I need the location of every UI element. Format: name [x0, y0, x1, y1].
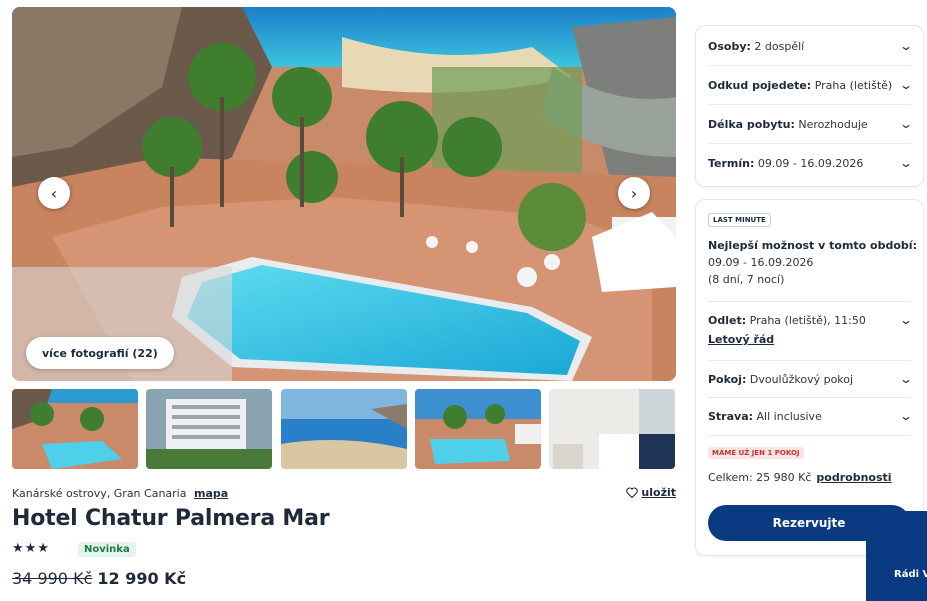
thumbnail-strip	[12, 389, 676, 469]
chat-label: Rádi V	[894, 569, 927, 580]
thumbnail-3[interactable]	[281, 389, 407, 469]
thumbnail-building-image	[146, 389, 272, 469]
date-value: 09.09 - 16.09.2026	[757, 156, 864, 170]
chevron-down-icon: ⌄	[898, 409, 914, 423]
flight-select[interactable]: Odlet: Praha (letiště), 11:50 ⌄	[708, 310, 914, 330]
last-minute-tag: LAST MINUTE	[708, 213, 771, 227]
location-text: Kanárské ostrovy, Gran Canaria	[12, 487, 187, 500]
total-label: Celkem: 25 980 Kč	[708, 471, 812, 484]
hotel-name: Hotel Chatur Palmera Mar	[12, 506, 330, 531]
chat-widget[interactable]: Rádi V	[866, 511, 927, 601]
chevron-right-icon: ›	[630, 183, 638, 203]
thumbnail-5[interactable]	[549, 389, 675, 469]
hotel-location: Kanárské ostrovy, Gran Canaria mapa	[12, 487, 228, 500]
length-label: Délka pobytu:	[708, 117, 795, 131]
best-option-dates: 09.09 - 16.09.2026	[708, 256, 814, 269]
thumbnail-pool-image	[12, 389, 138, 469]
divider	[708, 143, 911, 144]
board-label: Strava:	[708, 409, 754, 423]
more-photos-label: více fotografií (22)	[42, 346, 158, 360]
flight-value: Praha (letiště), 11:50	[749, 313, 866, 327]
thumbnail-beach-image	[281, 389, 407, 469]
best-option-duration: (8 dní, 7 nocí)	[708, 273, 785, 286]
divider	[708, 104, 911, 105]
divider	[708, 65, 911, 66]
divider	[708, 301, 911, 302]
room-label: Pokoj:	[708, 372, 747, 386]
board-select[interactable]: Strava: All inclusive ⌄	[708, 406, 914, 426]
flight-schedule-link[interactable]: Letový řád	[708, 333, 774, 346]
total-price: Celkem: 25 980 Kč podrobnosti	[708, 471, 892, 484]
stay-length-select[interactable]: Délka pobytu: Nerozhoduje ⌄	[708, 114, 914, 134]
date-label: Termín:	[708, 156, 755, 170]
departure-label: Odkud pojedete:	[708, 78, 812, 92]
chevron-left-icon: ‹	[50, 183, 58, 203]
hotel-pool-photo	[12, 7, 676, 381]
last-room-tag: MÁME UŽ JEN 1 POKOJ	[708, 447, 804, 459]
divider	[708, 435, 911, 436]
divider	[708, 397, 911, 398]
thumbnail-room-image	[549, 389, 675, 469]
details-link[interactable]: podrobnosti	[816, 471, 891, 484]
star-rating: ★★★	[12, 541, 50, 556]
flight-label: Odlet:	[708, 313, 747, 327]
thumbnail-4[interactable]	[415, 389, 541, 469]
thumbnail-pool-sea-image	[415, 389, 541, 469]
room-select[interactable]: Pokoj: Dvoulůžkový pokoj ⌄	[708, 369, 914, 389]
heart-icon	[626, 487, 639, 498]
save-button[interactable]: uložit	[626, 486, 676, 499]
next-photo-button[interactable]: ›	[618, 177, 650, 209]
offer-card: LAST MINUTE Nejlepší možnost v tomto obd…	[695, 199, 924, 556]
length-value: Nerozhoduje	[798, 117, 868, 131]
persons-value: 2 dospělí	[754, 39, 805, 53]
chevron-down-icon: ⌄	[898, 313, 914, 327]
hotel-price: 34 990 Kč 12 990 Kč	[12, 569, 186, 588]
more-photos-button[interactable]: více fotografií (22)	[26, 337, 174, 369]
search-filters-card: Osoby: 2 dospělí ⌄ Odkud pojedete: Praha…	[695, 25, 924, 187]
board-value: All inclusive	[756, 409, 822, 423]
departure-value: Praha (letiště)	[814, 78, 893, 92]
date-select[interactable]: Termín: 09.09 - 16.09.2026 ⌄	[708, 153, 914, 173]
room-value: Dvoulůžkový pokoj	[749, 372, 854, 386]
old-price: 34 990 Kč	[12, 569, 93, 588]
chevron-down-icon: ⌄	[898, 39, 914, 53]
thumbnail-1[interactable]	[12, 389, 138, 469]
divider	[708, 360, 911, 361]
previous-photo-button[interactable]: ‹	[38, 177, 70, 209]
persons-label: Osoby:	[708, 39, 751, 53]
save-label: uložit	[641, 486, 676, 499]
reserve-label: Rezervujte	[772, 516, 846, 530]
chevron-down-icon: ⌄	[898, 117, 914, 131]
map-link[interactable]: mapa	[194, 487, 228, 500]
best-option: Nejlepší možnost v tomto období: 09.09 -…	[708, 237, 917, 288]
main-photo[interactable]: ‹ › více fotografií (22)	[12, 7, 676, 381]
chevron-down-icon: ⌄	[898, 156, 914, 170]
current-price: 12 990 Kč	[97, 569, 187, 588]
thumbnail-2[interactable]	[146, 389, 272, 469]
chevron-down-icon: ⌄	[898, 372, 914, 386]
best-option-title: Nejlepší možnost v tomto období:	[708, 239, 917, 252]
persons-select[interactable]: Osoby: 2 dospělí ⌄	[708, 36, 914, 56]
new-badge: Novinka	[78, 542, 136, 557]
chevron-down-icon: ⌄	[898, 78, 914, 92]
departure-select[interactable]: Odkud pojedete: Praha (letiště) ⌄	[708, 75, 914, 95]
